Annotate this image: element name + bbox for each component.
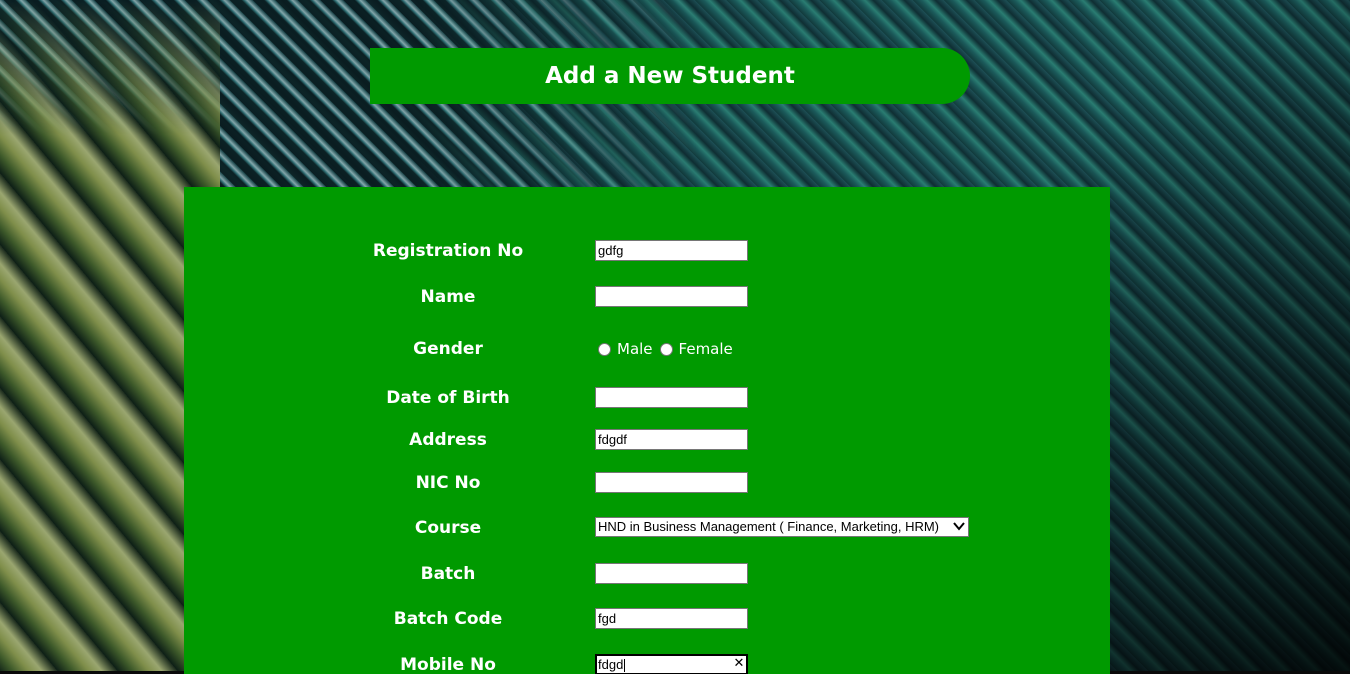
mobile-no-label: Mobile No [400,655,496,674]
form-row-nic: NIC No [184,471,1110,495]
close-icon[interactable]: ✕ [732,655,746,673]
address-input[interactable]: fdgdf [595,429,748,450]
gender-label: Gender [413,339,483,359]
nic-no-input[interactable] [595,472,748,493]
form-row-batch: Batch [184,562,1110,586]
form-row-dob: Date of Birth [184,386,1110,410]
mobile-no-value: fdgd [598,657,624,672]
date-of-birth-label: Date of Birth [386,388,510,408]
batch-code-label: Batch Code [393,609,503,629]
batch-code-input[interactable]: fgd [595,608,748,629]
nic-no-label: NIC No [415,473,481,493]
form-row-address: Address fdgdf [184,428,1110,452]
chevron-down-icon [952,518,966,536]
form-row-registration: Registration No gdfg [184,239,1110,263]
form-row-course: Course HND in Business Management ( Fina… [184,516,1110,540]
batch-input[interactable] [595,563,748,584]
student-form: Registration No gdfg Name Gender Male Fe… [184,187,1110,674]
gender-male-radio[interactable] [598,342,611,356]
address-label: Address [409,430,487,450]
course-selected-value: HND in Business Management ( Finance, Ma… [598,519,940,534]
batch-label: Batch [420,564,476,584]
course-label: Course [414,518,482,538]
gender-female-radio[interactable] [659,342,673,356]
form-row-mobile: Mobile No fdgd ✕ [184,653,1110,674]
gender-male-label[interactable]: Male [617,340,653,358]
mobile-no-input[interactable]: fdgd [595,654,748,674]
registration-no-label: Registration No [372,241,524,261]
name-label: Name [420,287,476,307]
name-input[interactable] [595,286,748,307]
course-select[interactable]: HND in Business Management ( Finance, Ma… [595,517,969,537]
form-row-name: Name [184,285,1110,309]
form-row-batch-code: Batch Code fgd [184,607,1110,631]
form-row-gender: Gender Male Female [184,337,1110,361]
gender-female-label[interactable]: Female [679,340,733,358]
registration-no-input[interactable]: gdfg [595,240,748,261]
gender-radio-group: Male Female [598,339,740,359]
date-of-birth-input[interactable] [595,387,748,408]
page-title: Add a New Student [370,48,970,104]
text-caret [624,659,626,673]
